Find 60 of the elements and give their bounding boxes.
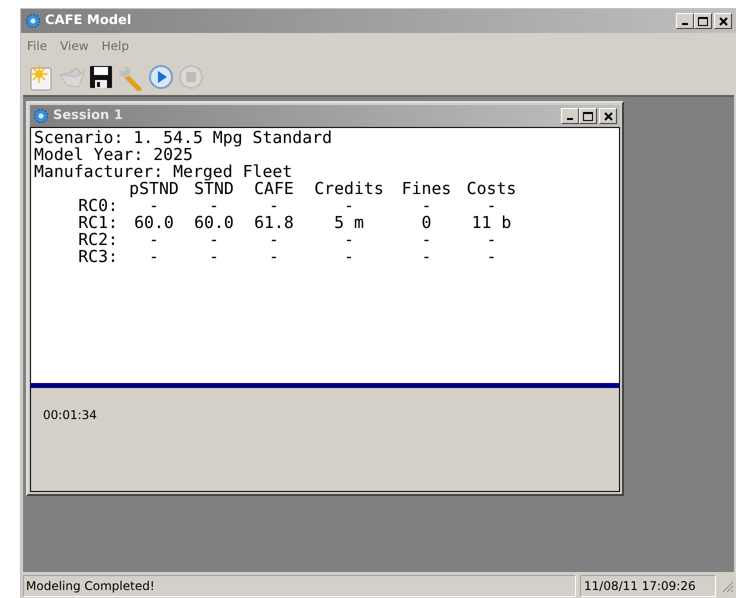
table-cell-text: -: [268, 197, 280, 214]
table-cell-text: -: [486, 197, 498, 214]
table-cell-text: -: [420, 248, 432, 265]
table-cell-text: -: [420, 197, 432, 214]
table-cell-text: 11 b: [470, 214, 512, 231]
minimize-button[interactable]: [561, 108, 579, 124]
row-label: RC0:: [77, 197, 119, 214]
table-cell-text: -: [343, 248, 355, 265]
output-line: Manufacturer: Merged Fleet: [34, 163, 292, 180]
menu-item[interactable]: File: [27, 37, 48, 55]
table-cell-text: -: [268, 248, 280, 265]
table-cell-text: 61.8: [253, 214, 295, 231]
row-label: RC3:: [77, 248, 119, 265]
maximize-icon: [583, 112, 593, 120]
table-cell-text: -: [208, 197, 220, 214]
menu-item[interactable]: View: [60, 37, 89, 55]
minimize-button[interactable]: [676, 13, 694, 29]
column-header: Costs: [466, 180, 518, 197]
gear-icon: [25, 13, 41, 29]
play-icon[interactable]: [147, 63, 175, 91]
window-title: CAFE Model: [45, 12, 132, 30]
table-cell-text: -: [148, 248, 160, 265]
column-header: CAFE: [253, 180, 295, 197]
row-label: RC2:: [77, 231, 119, 248]
resize-grip-icon: [720, 579, 734, 593]
close-button[interactable]: [714, 13, 732, 29]
table-cell-text: 60.0: [193, 214, 235, 231]
table-cell-text: -: [148, 231, 160, 248]
column-header: STND: [194, 180, 235, 197]
status-message: Modeling Completed!: [23, 575, 576, 597]
table-cell-text: -: [486, 231, 498, 248]
save-icon[interactable]: [87, 63, 115, 91]
table-cell-text: 5 m: [333, 214, 365, 231]
maximize-button[interactable]: [694, 13, 712, 29]
table-cell-text: 0: [420, 214, 432, 231]
row-label: RC1:: [77, 214, 119, 231]
table-cell-text: -: [343, 231, 355, 248]
column-header: pSTND: [128, 180, 179, 197]
table-cell-text: -: [208, 248, 220, 265]
table-cell-text: -: [208, 231, 220, 248]
column-header: Fines: [400, 180, 452, 197]
output-line: Model Year: 2025: [34, 146, 193, 163]
column-header: Credits: [313, 180, 385, 197]
table-cell-text: -: [268, 231, 280, 248]
menu-item[interactable]: Help: [102, 37, 129, 55]
session-title: Session 1: [53, 107, 123, 126]
table-cell-text: -: [343, 197, 355, 214]
table-cell-text: -: [486, 248, 498, 265]
maximize-button[interactable]: [579, 108, 597, 124]
elapsed-time: 00:01:34: [43, 408, 97, 422]
close-icon: [718, 16, 728, 26]
gear-icon: [33, 108, 49, 124]
close-button[interactable]: [599, 108, 617, 124]
output-line: Scenario: 1. 54.5 Mpg Standard: [34, 129, 332, 146]
table-cell-text: -: [420, 231, 432, 248]
table-cell-text: 60.0: [133, 214, 175, 231]
maximize-icon: [698, 16, 708, 26]
table-cell-text: -: [149, 197, 159, 214]
status-timestamp: 11/08/11 17:09:26: [580, 575, 716, 597]
close-icon: [604, 112, 612, 120]
